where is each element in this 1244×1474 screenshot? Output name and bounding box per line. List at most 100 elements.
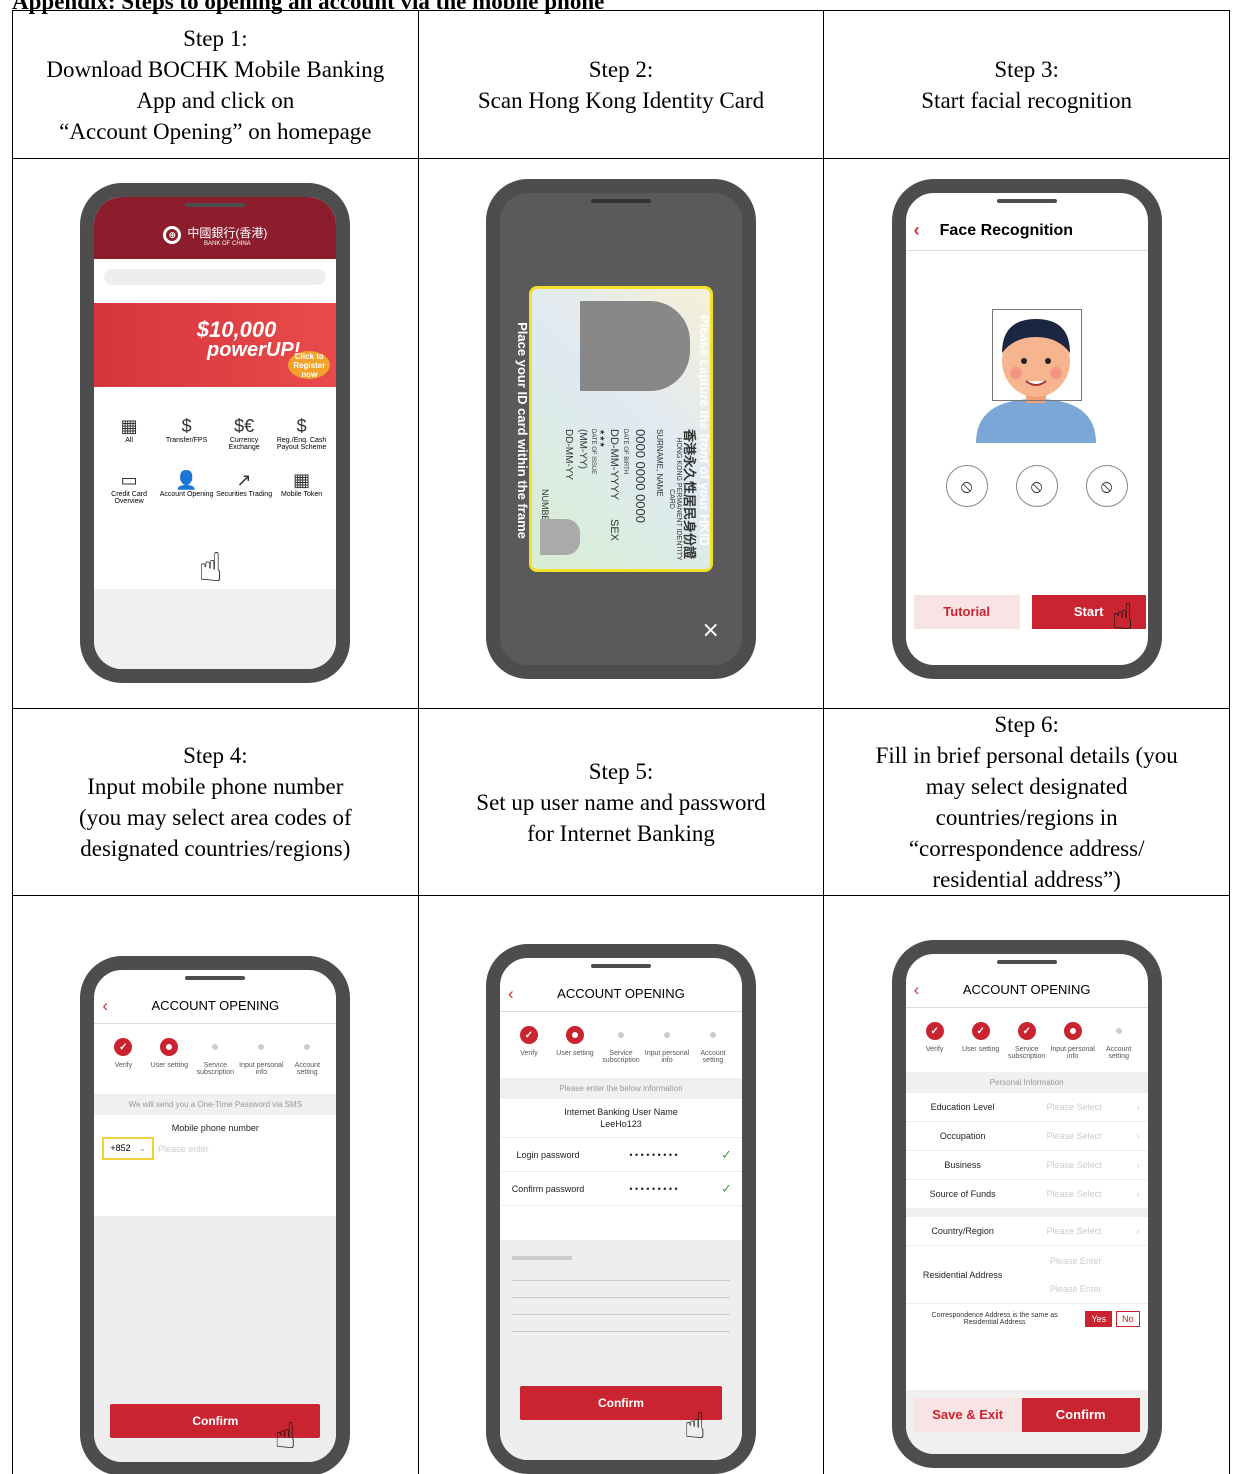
- tap-hand-icon: ☝: [1111, 597, 1134, 638]
- current-step-icon: [1063, 1022, 1082, 1040]
- current-step-icon: [160, 1038, 179, 1056]
- search-bar[interactable]: [104, 269, 327, 285]
- progress-steps: ✓ Verify User setting Service subscriptio…: [94, 1024, 336, 1076]
- country-region-row[interactable]: Country/Region Please Select ›: [905, 1217, 1148, 1246]
- menu-item-securities[interactable]: ↗ Securities Trading: [215, 469, 273, 505]
- menu-item-currency[interactable]: $€ Currency Exchange: [215, 415, 273, 451]
- chevron-right-icon: ›: [1136, 1131, 1140, 1141]
- dollar-icon: $: [181, 416, 192, 436]
- check-icon: ✓: [519, 1026, 538, 1044]
- phone-notch: [996, 960, 1057, 964]
- check-icon: ✓: [721, 1180, 732, 1196]
- area-code-select[interactable]: +852 ⌄: [102, 1137, 155, 1160]
- yes-toggle[interactable]: Yes: [1085, 1311, 1113, 1327]
- phone-frame: ‹ ACCOUNT OPENING ✓ Verify ✓ User setting …: [891, 940, 1162, 1468]
- calendar-icon: $: [296, 416, 307, 436]
- step5-caption: Step 5: Set up user name and password fo…: [417, 708, 825, 896]
- grid-icon: ▦: [120, 416, 138, 436]
- chart-icon: ↗: [236, 470, 252, 490]
- username-label: Internet Banking User Name: [564, 1107, 678, 1117]
- check-icon: ✓: [721, 1146, 732, 1162]
- phone-notch: [590, 199, 651, 203]
- step6-caption: Step 6: Fill in brief personal details (…: [823, 708, 1230, 896]
- confirm-password-input[interactable]: • • • • • • • • •: [586, 1184, 721, 1194]
- back-icon[interactable]: ‹: [914, 980, 920, 1000]
- correspondence-row: Correspondence Address is the same as Re…: [906, 1304, 1148, 1334]
- section-title: Personal Information: [905, 1072, 1148, 1093]
- mobile-number-input[interactable]: Please enter: [158, 1144, 209, 1154]
- back-icon[interactable]: ‹: [914, 220, 920, 241]
- currency-icon: $€: [234, 416, 255, 436]
- menu-item-account-opening[interactable]: 👤 Account Opening: [158, 469, 216, 505]
- education-level-row[interactable]: Education Level Please Select ›: [905, 1093, 1148, 1122]
- phone-frame: ‹ ACCOUNT OPENING ✓ Verify User setting S…: [80, 956, 351, 1474]
- face-header: ‹ Face Recognition: [905, 211, 1148, 251]
- occupation-row[interactable]: Occupation Please Select ›: [905, 1122, 1148, 1151]
- boc-logo-icon: ⊕: [163, 226, 182, 244]
- confirm-button[interactable]: Confirm: [1021, 1398, 1140, 1432]
- menu-item-transfer[interactable]: $ Transfer/FPS: [158, 415, 216, 451]
- check-icon: ✓: [114, 1038, 133, 1056]
- check-icon: ✓: [925, 1022, 944, 1040]
- business-row[interactable]: Business Please Select ›: [905, 1151, 1148, 1180]
- address-line1-input[interactable]: Please Enter: [1012, 1247, 1140, 1275]
- tap-hand-icon: ☝: [683, 1406, 706, 1447]
- phone-notch: [185, 976, 246, 980]
- calculator-icon: ▦: [293, 470, 311, 490]
- page-title: Face Recognition: [939, 221, 1074, 239]
- phone-frame: 香港永久性居民身份證 HONG KONG PERMANENT IDENTITY …: [485, 179, 756, 679]
- phone-notch: [185, 203, 246, 207]
- check-icon: ✓: [1017, 1022, 1036, 1040]
- phone-frame: ‹ Face Recognition ⦸ ⦸ ⦸ Tutorial Start …: [891, 179, 1162, 679]
- account-opening-header: ‹ ACCOUNT OPENING: [499, 976, 742, 1012]
- promo-banner[interactable]: $10,000 powerUP! Click to Register now: [94, 303, 337, 387]
- user-add-icon: 👤: [175, 470, 198, 490]
- capture-instruction: Please capture the front of your HKID: [696, 314, 712, 547]
- source-of-funds-row[interactable]: Source of Funds Please Select ›: [905, 1180, 1148, 1209]
- menu-item-credit-card[interactable]: ▭ Credit Card Overview: [100, 469, 158, 505]
- account-opening-header: ‹ ACCOUNT OPENING: [94, 988, 337, 1024]
- tap-hand-icon: ☝: [274, 1416, 297, 1457]
- close-icon[interactable]: ×: [702, 618, 720, 643]
- hkid-card: 香港永久性居民身份證 HONG KONG PERMANENT IDENTITY …: [528, 286, 713, 572]
- username-value[interactable]: LeeHo123: [499, 1119, 742, 1138]
- step4-caption: Step 4: Input mobile phone number (you m…: [12, 708, 419, 896]
- face-detect-frame: [991, 309, 1082, 401]
- step2-caption: Step 2: Scan Hong Kong Identity Card: [417, 10, 825, 159]
- residential-address-row: Residential Address Please Enter Please …: [905, 1246, 1148, 1304]
- step3-screenshot: ‹ Face Recognition ⦸ ⦸ ⦸ Tutorial Start …: [823, 158, 1230, 709]
- phone-frame: ⊕ 中國銀行(香港) BANK OF CHINA $10,000 powerUP…: [80, 183, 351, 683]
- no-sunglasses-icon: ⦸: [945, 465, 988, 507]
- address-line2-input[interactable]: Please Enter: [1012, 1275, 1140, 1303]
- step2-screenshot: 香港永久性居民身份證 HONG KONG PERMANENT IDENTITY …: [417, 158, 825, 709]
- chevron-down-icon: ⌄: [138, 1143, 147, 1153]
- step3-caption: Step 3: Start facial recognition: [823, 10, 1230, 159]
- step1-caption: Step 1: Download BOCHK Mobile Banking Ap…: [12, 10, 419, 159]
- phone-frame: ‹ ACCOUNT OPENING ✓ Verify User setting S…: [485, 944, 756, 1474]
- phone-input-row: +852 ⌄ Please enter: [94, 1137, 336, 1168]
- menu-item-cash-payout[interactable]: $ Reg./Enq. Cash Payout Scheme: [273, 415, 331, 451]
- login-password-input[interactable]: • • • • • • • • •: [586, 1150, 721, 1160]
- tutorial-button[interactable]: Tutorial: [913, 595, 1020, 629]
- step5-screenshot: ‹ ACCOUNT OPENING ✓ Verify User setting S…: [417, 895, 825, 1474]
- info-notice: Please enter the below information: [499, 1078, 742, 1099]
- confirm-password-row[interactable]: Confirm password • • • • • • • • • ✓: [499, 1172, 742, 1206]
- current-step-icon: [565, 1026, 584, 1044]
- login-password-row[interactable]: Login password • • • • • • • • • ✓: [499, 1138, 742, 1172]
- no-toggle[interactable]: No: [1116, 1311, 1140, 1327]
- back-icon[interactable]: ‹: [102, 996, 108, 1016]
- small-portrait: [539, 519, 580, 555]
- save-exit-button[interactable]: Save & Exit: [913, 1398, 1022, 1432]
- steps-table: Step 1: Download BOCHK Mobile Banking Ap…: [12, 10, 1230, 1474]
- portrait-photo: [579, 301, 690, 391]
- field-label: Mobile phone number: [171, 1123, 259, 1133]
- phone-notch: [996, 199, 1057, 203]
- back-icon[interactable]: ‹: [508, 984, 514, 1004]
- progress-steps: ✓ Verify ✓ User setting ✓ Service subscript…: [906, 1008, 1148, 1060]
- step1-screenshot: ⊕ 中國銀行(香港) BANK OF CHINA $10,000 powerUP…: [12, 158, 419, 709]
- menu-item-token[interactable]: ▦ Mobile Token: [273, 469, 331, 505]
- frame-instruction: Place your ID card within the frame: [514, 322, 530, 539]
- chevron-right-icon: ›: [1136, 1226, 1140, 1236]
- menu-item-all[interactable]: ▦ All: [100, 415, 158, 451]
- chevron-right-icon: ›: [1136, 1160, 1140, 1170]
